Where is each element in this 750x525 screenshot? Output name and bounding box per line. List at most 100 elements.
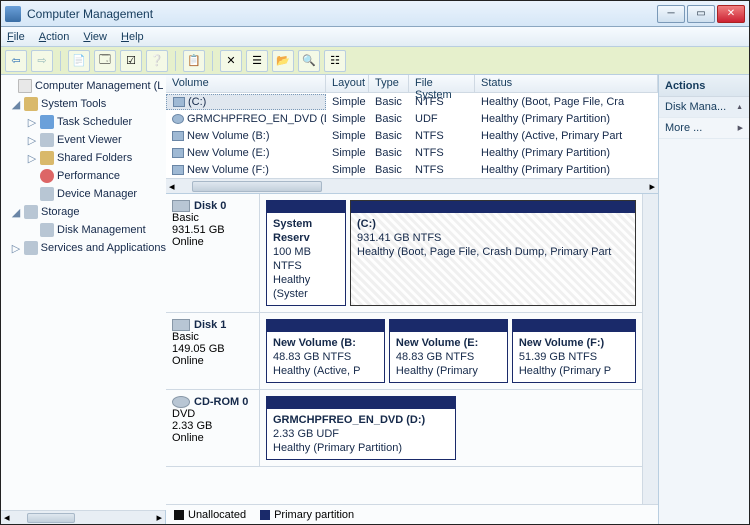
console-tree[interactable]: Computer Management (L ◢System Tools ▷Ta… [1,75,166,510]
show-hide-button[interactable]: 🗔 [94,50,116,72]
drive-icon [173,97,185,107]
volume-row[interactable]: New Volume (E:) Simple Basic NTFS Health… [166,144,658,161]
menu-file[interactable]: File [7,31,25,43]
tree-task-scheduler[interactable]: ▷Task Scheduler [1,113,166,131]
vol-status: Healthy (Primary Partition) [475,163,658,177]
disk-graphical-view[interactable]: Disk 0 Basic 931.51 GB Online System Res… [166,194,642,504]
tree-storage[interactable]: ◢Storage [1,203,166,221]
part-size: 2.33 GB UDF [273,428,339,440]
vol-type: Basic [369,129,409,143]
volume-list[interactable]: Volume Layout Type File System Status (C… [166,75,658,194]
tree-label: Device Manager [57,188,137,200]
back-button[interactable]: ⇦ [5,50,27,72]
part-name: (C:) [357,218,376,230]
refresh-button[interactable]: 📋 [183,50,205,72]
partition-selected[interactable]: (C:)931.41 GB NTFSHealthy (Boot, Page Fi… [350,200,636,306]
actions-item-disk[interactable]: Disk Mana...▲ [659,97,749,118]
tree-services[interactable]: ▷Services and Applications [1,239,166,257]
tree-system-tools[interactable]: ◢System Tools [1,95,166,113]
window-title: Computer Management [27,7,657,21]
event-icon [40,133,54,147]
tree-label: Storage [41,206,80,218]
settings-button[interactable]: ☰ [246,50,268,72]
tree-root-label: Computer Management (L [35,80,163,92]
partition[interactable]: GRMCHPFREO_EN_DVD (D:)2.33 GB UDFHealthy… [266,396,456,460]
part-status: Healthy (Primary P [519,365,611,377]
tree-shared-folders[interactable]: ▷Shared Folders [1,149,166,167]
forward-button[interactable]: ⇨ [31,50,53,72]
part-size: 100 MB NTFS [273,246,311,272]
disk-row[interactable]: Disk 0 Basic 931.51 GB Online System Res… [166,194,642,313]
main-area: Computer Management (L ◢System Tools ▷Ta… [1,75,749,524]
tree-event-viewer[interactable]: ▷Event Viewer [1,131,166,149]
vol-status: Healthy (Primary Partition) [475,146,658,160]
disk-info: Disk 0 Basic 931.51 GB Online [166,194,260,312]
partition[interactable]: New Volume (F:) 51.39 GB NTFS Healthy (Pri… [512,319,636,383]
volume-row[interactable]: GRMCHPFREO_EN_DVD (D:) Simple Basic UDF … [166,110,658,127]
list-button[interactable]: ☷ [324,50,346,72]
col-status[interactable]: Status [475,75,658,92]
partition[interactable]: New Volume (B:48.83 GB NTFSHealthy (Acti… [266,319,385,383]
part-name: System Reserv [273,218,312,244]
drive-icon [172,148,184,158]
menu-action[interactable]: Action [39,31,70,43]
menu-view[interactable]: View [83,31,107,43]
folder-button[interactable]: 📂 [272,50,294,72]
up-button[interactable]: 📄 [68,50,90,72]
vol-name: New Volume (F:) [187,164,269,176]
part-size: 51.39 GB NTFS [519,351,597,363]
tree-device-manager[interactable]: Device Manager [1,185,166,203]
delete-button[interactable]: ✕ [220,50,242,72]
console-icon [18,79,32,93]
tree-label: Services and Applications [41,242,166,254]
actions-pane: Actions Disk Mana...▲ More ...▶ [659,75,749,524]
tree-performance[interactable]: Performance [1,167,166,185]
tree-label: System Tools [41,98,106,110]
volume-row[interactable]: New Volume (F:) Simple Basic NTFS Health… [166,161,658,178]
minimize-button[interactable]: ─ [657,5,685,23]
vol-fs: NTFS [409,129,475,143]
part-size: 48.83 GB NTFS [396,351,474,363]
part-status: Healthy (Active, P [273,365,360,377]
menu-help[interactable]: Help [121,31,144,43]
disk-v-scrollbar[interactable] [642,194,658,504]
help-button[interactable]: ❔ [146,50,168,72]
tree-root[interactable]: Computer Management (L [1,77,166,95]
vol-fs: NTFS [409,95,475,109]
volume-columns: Volume Layout Type File System Status [166,75,658,93]
vol-layout: Simple [326,112,369,126]
volume-row[interactable]: New Volume (B:) Simple Basic NTFS Health… [166,127,658,144]
volume-h-scrollbar[interactable]: ◂▸ [166,178,658,193]
disk-title: Disk 0 [194,200,226,212]
disk-kind: Basic [172,212,253,224]
col-type[interactable]: Type [369,75,409,92]
window-controls: ─ ▭ ✕ [657,5,745,23]
tree-disk-management[interactable]: Disk Management [1,221,166,239]
partition[interactable]: System Reserv100 MB NTFSHealthy (Syster [266,200,346,306]
find-button[interactable]: 🔍 [298,50,320,72]
folder-icon [24,97,38,111]
part-status: Healthy (Boot, Page File, Crash Dump, Pr… [357,246,611,258]
vol-status: Healthy (Active, Primary Part [475,129,658,143]
part-status: Healthy (Syster [273,274,310,300]
vol-layout: Simple [326,163,369,177]
disk-row[interactable]: CD-ROM 0 DVD 2.33 GB Online GRMCHPFREO_E… [166,390,642,467]
disk-title: CD-ROM 0 [194,396,248,408]
tree-label: Task Scheduler [57,116,132,128]
device-icon [40,187,54,201]
partition[interactable]: New Volume (E:48.83 GB NTFSHealthy (Prim… [389,319,508,383]
volume-row[interactable]: (C:) Simple Basic NTFS Healthy (Boot, Pa… [166,93,658,110]
tree-h-scrollbar[interactable]: ◂▸ [1,510,165,524]
properties-button[interactable]: ☑ [120,50,142,72]
disk-row[interactable]: Disk 1 Basic 149.05 GB Online New Volume… [166,313,642,390]
storage-icon [24,205,38,219]
tree-label: Shared Folders [57,152,132,164]
close-button[interactable]: ✕ [717,5,745,23]
col-layout[interactable]: Layout [326,75,369,92]
col-volume[interactable]: Volume [166,75,326,92]
part-name: New Volume (F:) [519,337,604,349]
maximize-button[interactable]: ▭ [687,5,715,23]
col-fs[interactable]: File System [409,75,475,92]
vol-fs: NTFS [409,163,475,177]
actions-item-more[interactable]: More ...▶ [659,118,749,139]
